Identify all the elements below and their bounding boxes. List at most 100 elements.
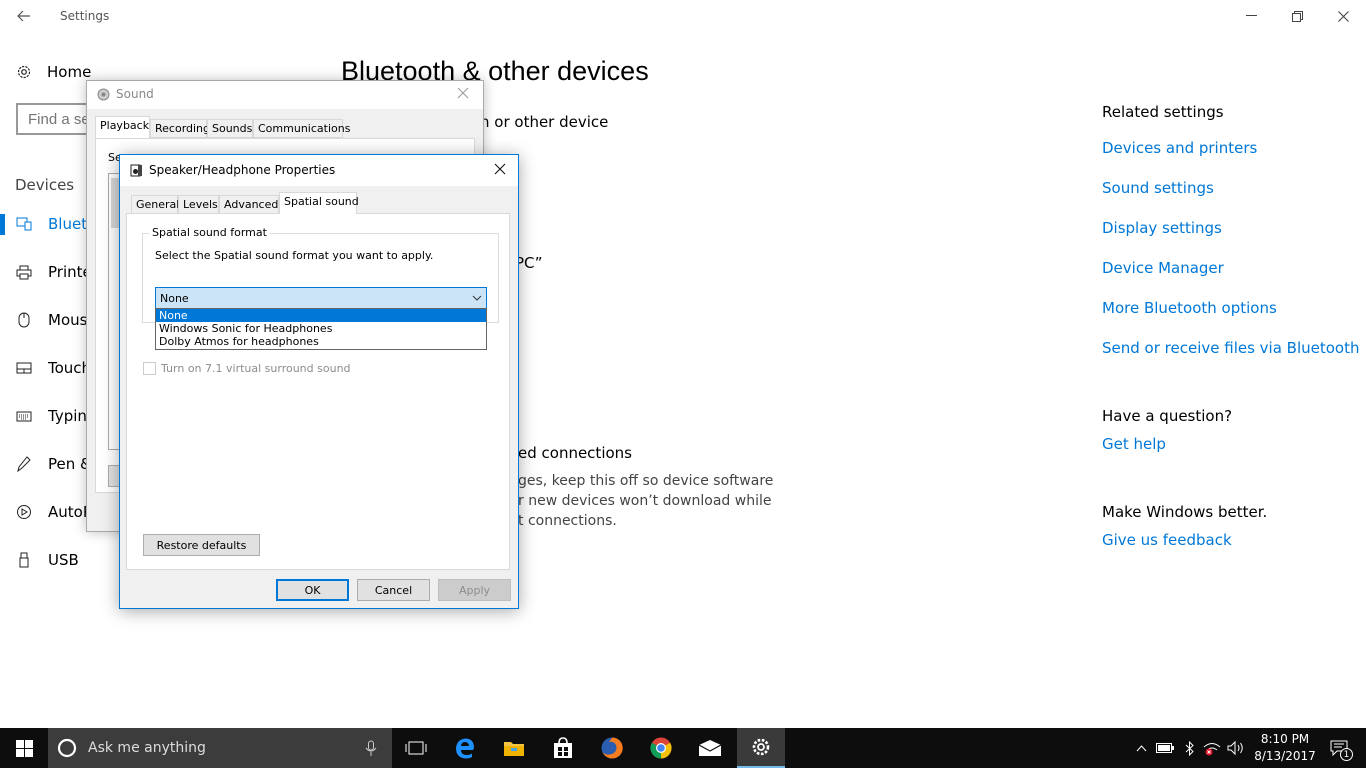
tab-general[interactable]: General [131,195,179,214]
question-heading: Have a question? [1102,407,1233,425]
cortana-search-placeholder: Ask me anything [88,740,206,756]
restore-defaults-button[interactable]: Restore defaults [143,534,260,556]
taskbar-edge[interactable] [441,728,489,768]
spatial-format-select[interactable]: None [155,287,487,309]
properties-close-button[interactable] [494,163,510,179]
apply-button[interactable]: Apply [438,579,511,601]
close-icon [457,87,469,99]
chrome-icon [650,737,672,759]
spatial-instruction: Select the Spatial sound format you want… [155,249,434,262]
back-button[interactable] [10,6,38,26]
tab-spatial-sound[interactable]: Spatial sound [279,192,359,214]
sound-title: Sound [116,87,154,101]
restore-icon [1291,10,1303,22]
sound-close-button[interactable] [457,87,473,103]
window-title: Settings [60,9,110,23]
link-sound-settings[interactable]: Sound settings [1102,179,1214,197]
tab-playback[interactable]: Playback [95,116,150,138]
surround-checkbox-label: Turn on 7.1 virtual surround sound [161,362,351,375]
link-get-help[interactable]: Get help [1102,435,1166,453]
action-center-button[interactable]: 1 [1320,728,1358,768]
file-explorer-icon [504,742,524,756]
firefox-icon [601,737,623,759]
link-device-manager[interactable]: Device Manager [1102,259,1224,277]
dropdown-option-dolby-atmos[interactable]: Dolby Atmos for headphones [156,335,486,348]
dropdown-option-windows-sonic[interactable]: Windows Sonic for Headphones [156,322,486,335]
mouse-icon [0,312,48,328]
bluetooth-tray-button[interactable] [1179,728,1199,768]
link-give-feedback[interactable]: Give us feedback [1102,531,1232,549]
show-hidden-icons-button[interactable] [1131,728,1151,768]
taskbar-firefox[interactable] [588,728,636,768]
link-send-receive-bluetooth[interactable]: Send or receive files via Bluetooth [1102,339,1360,357]
tab-recording[interactable]: Recording [150,119,210,138]
mail-icon [698,740,722,756]
task-view-button[interactable] [392,728,440,768]
network-tray-button[interactable] [1201,728,1223,768]
dropdown-option-none[interactable]: None [156,309,486,322]
bluetooth-devices-icon [0,217,48,231]
sound-tabstrip: Playback Recording Sounds Communications [95,116,475,139]
speaker-volume-icon [1227,741,1243,755]
taskbar: Ask me anything 8:10 PM 8/13/2017 1 [0,728,1366,768]
link-devices-and-printers[interactable]: Devices and printers [1102,139,1257,157]
tab-sounds[interactable]: Sounds [207,119,253,138]
link-display-settings[interactable]: Display settings [1102,219,1222,237]
network-disconnected-icon [1203,743,1221,756]
metered-line-1: ges, keep this off so device software [518,473,774,489]
taskbar-settings-active[interactable] [737,728,785,768]
properties-tabstrip: General Levels Advanced Spatial sound [129,192,509,215]
properties-titlebar: Speaker/Headphone Properties [120,155,518,186]
chevron-down-icon [472,295,482,301]
pc-name-text: PC” [515,254,543,272]
settings-gear-icon [752,738,770,756]
cortana-search-box[interactable]: Ask me anything [48,728,392,768]
surround-checkbox[interactable] [143,362,156,375]
spatial-format-selected-value: None [160,292,189,305]
notification-badge: 1 [1340,748,1353,761]
touchpad-icon [0,362,48,374]
taskbar-chrome[interactable] [637,728,685,768]
tab-communications[interactable]: Communications [253,119,350,138]
store-bag-icon [554,737,572,758]
selected-indicator [0,214,5,235]
related-settings-heading: Related settings [1102,103,1224,121]
start-button[interactable] [0,728,48,768]
nav-touchpad-label: Touch [48,359,92,377]
volume-tray-button[interactable] [1225,728,1247,768]
metered-line-2: r new devices won’t download while [518,493,772,509]
cancel-button[interactable]: Cancel [357,579,430,601]
taskbar-mail[interactable] [686,728,734,768]
back-arrow-icon [17,10,30,22]
restore-button[interactable] [1274,0,1320,32]
usb-icon [0,552,48,568]
minimize-button[interactable] [1228,0,1274,32]
close-icon [494,163,506,175]
spatial-format-group-label: Spatial sound format [149,226,270,239]
metered-line-3: t connections. [518,513,617,529]
nav-home-label: Home [47,63,92,81]
device-list-item[interactable] [111,178,119,228]
add-device-text[interactable]: h or other device [480,113,608,131]
tab-advanced[interactable]: Advanced [219,195,279,214]
keyboard-icon [0,411,48,422]
spatial-format-dropdown: None Windows Sonic for Headphones Dolby … [155,308,487,350]
bluetooth-icon [1185,740,1194,756]
ok-button[interactable]: OK [276,579,349,601]
cortana-circle-icon [57,738,77,758]
taskbar-store[interactable] [539,728,587,768]
battery-tray-button[interactable] [1153,728,1177,768]
close-button[interactable] [1320,0,1366,32]
properties-dialog: Speaker/Headphone Properties General Lev… [119,154,519,609]
windows-logo-icon [15,739,33,757]
clock-time: 8:10 PM [1260,732,1310,746]
metered-heading: ed connections [518,444,632,462]
link-more-bluetooth-options[interactable]: More Bluetooth options [1102,299,1277,317]
clock[interactable]: 8:10 PM 8/13/2017 [1250,728,1320,768]
spatial-tab-panel: Spatial sound format Select the Spatial … [126,213,510,570]
sound-titlebar: Sound [87,81,483,109]
section-label: Devices [15,176,75,194]
taskbar-file-explorer[interactable] [490,728,538,768]
tab-levels[interactable]: Levels [178,195,219,214]
minimize-icon [1245,15,1257,16]
